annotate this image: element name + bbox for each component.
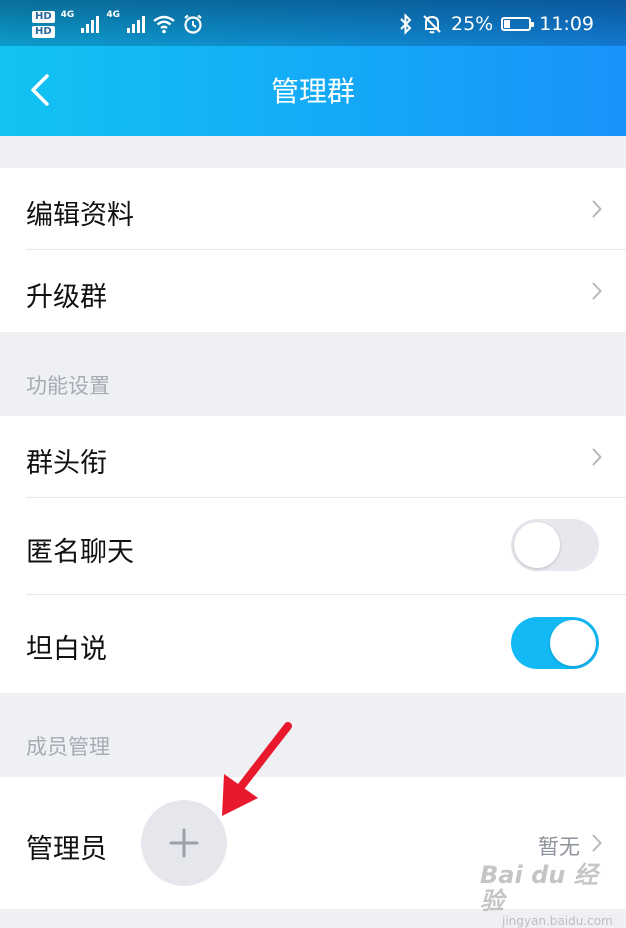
battery-percent: 25%	[451, 13, 494, 35]
row-label: 升级群	[26, 282, 107, 313]
status-time: 11:09	[539, 13, 594, 35]
hd-badge-2: HD	[32, 25, 55, 38]
plus-icon	[169, 828, 199, 858]
status-bar: HD HD 4G 4G 25% 11:09	[0, 0, 626, 46]
toggle-knob	[550, 620, 596, 666]
toggle-knob	[514, 522, 560, 568]
mute-bell-icon	[423, 15, 441, 34]
battery-level	[504, 20, 511, 28]
section-header-label: 功能设置	[26, 374, 110, 398]
confession-toggle[interactable]	[511, 617, 599, 669]
chevron-right-icon	[592, 200, 602, 218]
status-left: HD HD 4G 4G	[32, 6, 204, 42]
section-gap	[0, 136, 626, 168]
add-admin-button[interactable]	[141, 800, 227, 886]
anonymous-chat-row: 匿名聊天	[0, 498, 626, 595]
chevron-right-icon	[592, 834, 602, 852]
alarm-icon	[184, 14, 202, 34]
signal-icon	[81, 16, 100, 33]
row-label: 群头衔	[26, 448, 107, 479]
chevron-right-icon	[592, 448, 602, 466]
section-header-label: 成员管理	[26, 735, 110, 759]
wifi-icon	[153, 15, 175, 34]
row-label: 编辑资料	[26, 200, 134, 231]
battery-icon	[501, 17, 535, 31]
signal-icon	[126, 16, 145, 33]
bottom-gap	[0, 909, 626, 923]
network-type-1: 4G	[60, 10, 75, 20]
hd-indicators: HD HD	[32, 10, 55, 38]
upgrade-group-row[interactable]: 升级群	[0, 250, 626, 332]
row-label: 管理员	[26, 834, 107, 865]
status-right: 25% 11:09	[399, 6, 594, 42]
row-label: 坦白说	[26, 634, 107, 665]
bluetooth-icon	[400, 13, 412, 35]
chevron-right-icon	[592, 282, 602, 300]
admins-value: 暂无	[538, 835, 580, 859]
section-header-members: 成员管理	[0, 693, 626, 777]
admins-row[interactable]: 管理员 暂无	[0, 777, 626, 909]
anonymous-chat-toggle[interactable]	[511, 519, 599, 571]
confession-row: 坦白说	[0, 595, 626, 693]
section-header-features: 功能设置	[0, 332, 626, 416]
network-type-2: 4G	[106, 10, 120, 20]
edit-profile-row[interactable]: 编辑资料	[0, 168, 626, 250]
hd-badge-1: HD	[32, 10, 55, 23]
app-header: HD HD 4G 4G 25% 11:09 管理群	[0, 0, 626, 136]
title-bar: 管理群	[0, 46, 626, 136]
page-title: 管理群	[270, 75, 355, 108]
row-label: 匿名聊天	[26, 537, 134, 568]
group-title-row[interactable]: 群头衔	[0, 416, 626, 498]
